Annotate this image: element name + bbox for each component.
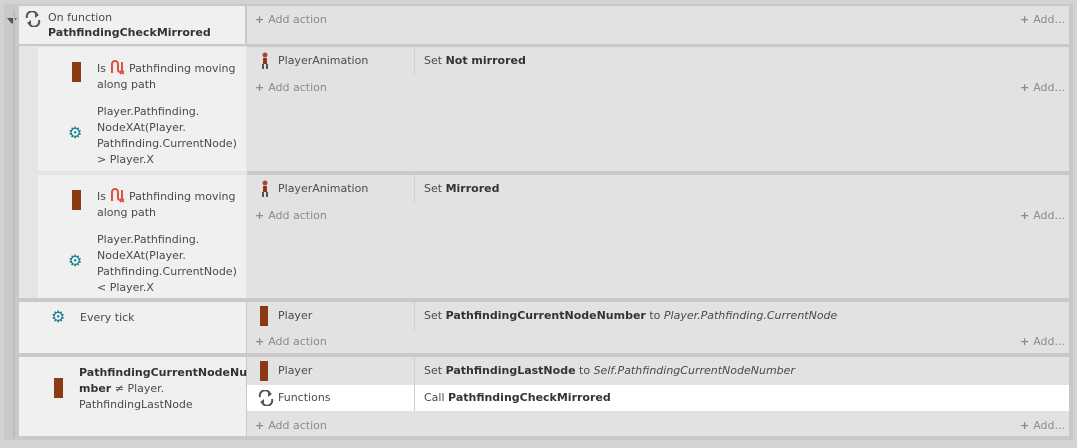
add-other-link[interactable]: + Add... [1020,13,1065,26]
add-other-link[interactable]: + Add... [1020,419,1065,432]
sprite-object-icon [260,361,268,381]
selected-action-row[interactable]: Functions Call PathfindingCheckMirrored [247,385,1069,411]
add-other-link[interactable]: + Add... [1020,335,1065,348]
plus-icon: + [255,335,265,348]
plus-icon: + [1019,209,1030,222]
action-object-cell[interactable]: Player [247,357,415,385]
collapse-triangle-icon[interactable] [7,18,17,24]
condition-pathfinding-moving[interactable]: Is Pathfinding moving along path [97,187,243,221]
sprite-object-icon [72,62,81,82]
function-loop-icon [25,11,41,27]
function-label: On function [48,11,113,24]
add-action-link[interactable]: + Add action [255,81,327,94]
add-action-link[interactable]: + Add action [255,335,327,348]
pathfinding-icon [111,60,125,75]
sprite-object-icon [72,190,81,210]
system-gear-icon: ⚙ [68,123,83,142]
plus-icon: + [1019,13,1030,26]
tree-line [13,10,15,438]
function-header[interactable]: On function PathfindingCheckMirrored [19,6,245,44]
pathfinding-icon [111,188,125,203]
every-tick-conditions[interactable]: ⚙ Every tick [19,302,246,353]
compare-event-conditions[interactable]: PathfindingCurrentNodeNu mber ≠ Player. … [19,357,247,436]
event-2-conditions[interactable]: Is Pathfinding moving along path ⚙ Playe… [38,175,246,298]
event-2-actions: PlayerAnimation Set Mirrored + Add action… [247,175,1069,298]
action-object-name: PlayerAnimation [278,182,369,195]
condition-pathfinding-moving[interactable]: Is Pathfinding moving along path [97,59,243,93]
add-other-link[interactable]: + Add... [1020,81,1065,94]
add-action-link[interactable]: + Add action [255,209,327,222]
action-set-last-node[interactable]: Set PathfindingLastNode to Self.Pathfind… [424,363,795,379]
add-action-link[interactable]: + Add action [255,419,327,432]
player-animation-icon [262,52,268,69]
system-gear-icon: ⚙ [51,307,66,326]
action-set-mirrored[interactable]: Set Mirrored [424,181,499,197]
sprite-object-icon [54,378,63,398]
add-other-link[interactable]: + Add... [1020,209,1065,222]
action-set-mirrored[interactable]: Set Not mirrored [424,53,526,69]
plus-icon: + [1019,81,1030,94]
action-object-name: Player [278,364,313,377]
plus-icon: + [255,419,265,432]
event-1-actions: PlayerAnimation Set Not mirrored + Add ac… [247,47,1069,171]
plus-icon: + [255,13,265,26]
function-name: PathfindingCheckMirrored [48,26,211,39]
sprite-object-icon [260,306,268,326]
plus-icon: + [255,209,265,222]
action-object-cell[interactable]: Player [247,302,415,330]
condition-compare-node-x[interactable]: Player.Pathfinding. NodeXAt(Player. Path… [97,232,243,296]
action-object-name: PlayerAnimation [278,54,369,67]
player-animation-icon [262,180,268,197]
system-gear-icon: ⚙ [68,251,83,270]
event-1-conditions[interactable]: Is Pathfinding moving along path ⚙ Playe… [38,47,246,171]
plus-icon: + [255,81,265,94]
every-tick-actions: Player Set PathfindingCurrentNodeNumber … [247,302,1069,353]
action-object-name: Functions [278,391,331,404]
functions-icon [258,390,274,406]
action-object-cell[interactable]: PlayerAnimation [247,175,415,203]
add-action-link[interactable]: + Add action [255,13,327,26]
plus-icon: + [1019,419,1030,432]
action-set-variable[interactable]: Set PathfindingCurrentNodeNumber to Play… [424,308,837,324]
action-object-cell[interactable]: Functions [247,385,415,411]
action-object-cell[interactable]: PlayerAnimation [247,47,415,75]
header-actions: + Add action + Add... [247,6,1069,44]
condition-compare-node-x[interactable]: Player.Pathfinding. NodeXAt(Player. Path… [97,104,243,168]
action-object-name: Player [278,309,313,322]
compare-event-actions: Player Set PathfindingLastNode to Self.P… [247,357,1069,436]
action-call-function[interactable]: Call PathfindingCheckMirrored [424,390,611,406]
plus-icon: + [1019,335,1030,348]
condition-every-tick[interactable]: Every tick [80,310,135,326]
condition-compare-variable[interactable]: PathfindingCurrentNodeNu mber ≠ Player. … [79,365,247,413]
